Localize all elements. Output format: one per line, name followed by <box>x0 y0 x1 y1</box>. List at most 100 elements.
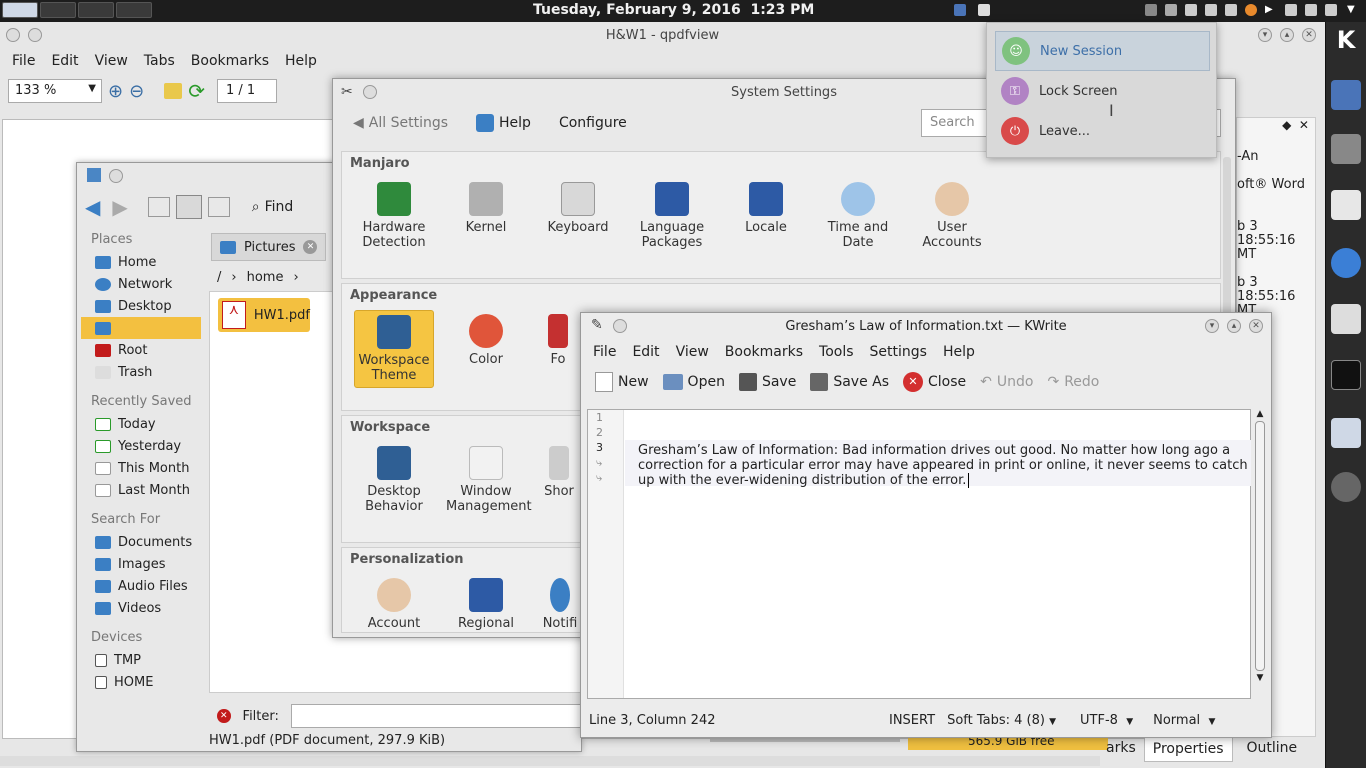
recent-last-month[interactable]: Last Month <box>81 479 205 501</box>
device-tmp[interactable]: TMP <box>81 649 205 671</box>
night-mode-icon[interactable] <box>1245 4 1257 16</box>
place-network[interactable]: Network <box>81 273 205 295</box>
search-icon[interactable] <box>1331 418 1361 448</box>
place-user-selected[interactable] <box>81 317 201 339</box>
tab-bookmarks[interactable]: arks <box>1098 736 1144 762</box>
menu-view[interactable]: View <box>87 53 136 69</box>
help-button[interactable]: Help <box>470 112 537 134</box>
module-locale[interactable]: Locale <box>726 182 806 235</box>
module-keyboard[interactable]: Keyboard <box>538 182 618 235</box>
recent-this-month[interactable]: This Month <box>81 457 205 479</box>
menu-view[interactable]: View <box>668 344 717 360</box>
module-color[interactable]: Color <box>446 314 526 367</box>
close-tab-icon[interactable]: ✕ <box>303 240 318 254</box>
taskbar-item[interactable] <box>40 2 76 18</box>
forward-icon[interactable]: ▶ <box>112 195 127 219</box>
wifi-icon[interactable] <box>1305 4 1317 16</box>
refresh-icon[interactable]: ⟳ <box>188 79 205 103</box>
syntax-select[interactable]: Normal ▼ <box>1153 713 1215 728</box>
minimize-button[interactable]: ▾ <box>1258 28 1272 42</box>
leave-item[interactable]: ⏻ Leave... <box>995 111 1210 151</box>
module-regional[interactable]: Regional <box>446 578 526 631</box>
menu-tabs[interactable]: Tabs <box>136 53 183 69</box>
search-documents[interactable]: Documents <box>81 531 205 553</box>
zoom-in-icon[interactable]: ⊕ <box>108 81 123 102</box>
window-pin-button[interactable] <box>28 28 42 42</box>
taskbar-item[interactable] <box>78 2 114 18</box>
app-icon[interactable] <box>87 168 101 182</box>
redo-button[interactable]: ↷ Redo <box>1041 372 1105 392</box>
crumb-root[interactable]: / <box>217 270 221 285</box>
file-manager-icon[interactable] <box>1331 80 1361 110</box>
lock-screen-item[interactable]: ⚿ Lock Screen <box>995 71 1210 111</box>
tab-pictures[interactable]: Pictures ✕ <box>211 233 327 261</box>
vertical-scrollbar[interactable]: ▲ ▼ <box>1253 409 1267 699</box>
all-settings-button[interactable]: ◀ All Settings <box>347 113 454 133</box>
module-language-packages[interactable]: Language Packages <box>632 182 712 250</box>
page-input[interactable]: 1 / 1 <box>216 79 277 103</box>
place-desktop[interactable]: Desktop <box>81 295 205 317</box>
module-time-and-date[interactable]: Time and Date <box>818 182 898 250</box>
new-button[interactable]: New <box>589 370 655 394</box>
edit-icon[interactable]: ✎ <box>591 317 603 333</box>
save-button[interactable]: Save <box>733 371 802 393</box>
module-account[interactable]: Account <box>354 578 434 631</box>
tray-menu-icon[interactable] <box>1325 4 1337 16</box>
place-root[interactable]: Root <box>81 339 205 361</box>
module-shortcuts[interactable]: Shor <box>538 446 580 499</box>
horizontal-scrollbar[interactable] <box>0 756 1100 766</box>
menu-file[interactable]: File <box>585 344 624 360</box>
minimize-button[interactable]: ▾ <box>1205 319 1219 333</box>
text-editor-icon[interactable] <box>1331 190 1361 220</box>
new-session-item[interactable]: ☺ New Session <box>995 31 1210 71</box>
encoding-select[interactable]: UTF-8 ▼ <box>1080 713 1133 728</box>
save-as-button[interactable]: Save As <box>804 371 895 393</box>
place-trash[interactable]: Trash <box>81 361 205 383</box>
menu-settings[interactable]: Settings <box>862 344 935 360</box>
menu-bookmarks[interactable]: Bookmarks <box>717 344 811 360</box>
maximize-button[interactable]: ▴ <box>1280 28 1294 42</box>
taskbar-item[interactable] <box>116 2 152 18</box>
close-filter-icon[interactable]: ✕ <box>217 709 231 723</box>
recent-today[interactable]: Today <box>81 413 205 435</box>
clock[interactable]: Tuesday, February 9, 2016 1:23 PM <box>533 2 814 18</box>
chevron-down-icon[interactable]: ▼ <box>1347 4 1359 16</box>
screen-icon[interactable] <box>954 4 966 16</box>
module-hardware-detection[interactable]: Hardware Detection <box>354 182 434 250</box>
panel-controls[interactable]: ◆ ✕ <box>1237 118 1315 140</box>
compact-view-button[interactable] <box>175 195 202 219</box>
zoom-select[interactable]: 133 % ▼ <box>8 79 102 103</box>
icons-view-button[interactable] <box>147 197 170 217</box>
open-button[interactable]: Open <box>657 372 731 392</box>
configure-button[interactable]: Configure <box>553 113 633 133</box>
module-user-accounts[interactable]: User Accounts <box>912 182 992 250</box>
menu-edit[interactable]: Edit <box>43 53 86 69</box>
maximize-button[interactable]: ▴ <box>1227 319 1241 333</box>
bluetooth-icon[interactable] <box>1145 4 1157 16</box>
menu-file[interactable]: File <box>4 53 43 69</box>
battery-icon[interactable] <box>1185 4 1197 16</box>
volume-icon[interactable] <box>1285 4 1297 16</box>
undo-button[interactable]: ↶ Undo <box>974 372 1039 392</box>
window-pin-button[interactable] <box>109 169 123 183</box>
open-folder-icon[interactable] <box>164 83 183 99</box>
menu-help[interactable]: Help <box>935 344 983 360</box>
usb-icon[interactable] <box>1165 4 1177 16</box>
input-mode[interactable]: INSERT <box>889 713 935 728</box>
find-button[interactable]: ⌕ Find <box>246 197 300 217</box>
app-launcher-button[interactable] <box>2 2 38 18</box>
device-home[interactable]: HOME <box>81 671 205 693</box>
module-desktop-behavior[interactable]: Desktop Behavior <box>354 446 434 514</box>
place-home[interactable]: Home <box>81 251 205 273</box>
back-icon[interactable]: ◀ <box>85 195 100 219</box>
window-pin-button[interactable] <box>363 85 377 99</box>
menu-bookmarks[interactable]: Bookmarks <box>183 53 277 69</box>
tabs-setting[interactable]: Soft Tabs: 4 (8) ▼ <box>947 713 1056 728</box>
clipboard-icon[interactable] <box>978 4 990 16</box>
calculator-icon[interactable] <box>1331 304 1361 334</box>
update-icon[interactable] <box>1205 4 1217 16</box>
module-notifications[interactable]: Notifi <box>538 578 582 631</box>
menu-help[interactable]: Help <box>277 53 325 69</box>
close-button[interactable]: ✕ <box>1302 28 1316 42</box>
system-settings-icon[interactable] <box>1331 134 1361 164</box>
